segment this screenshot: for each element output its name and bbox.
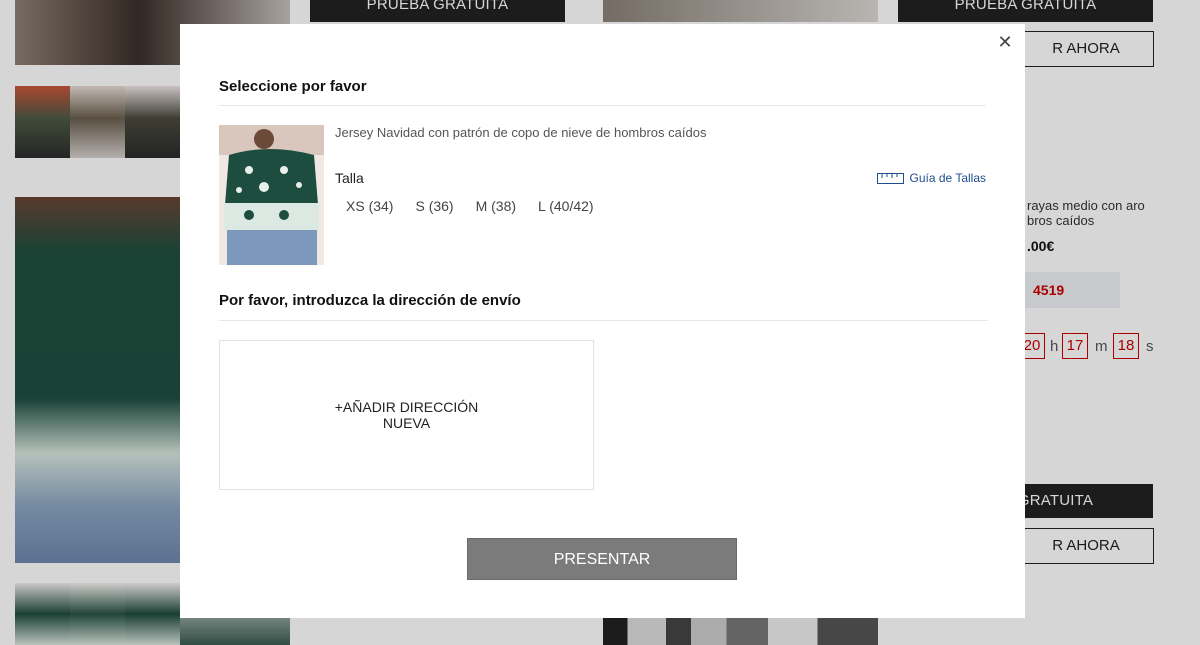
close-icon[interactable]: ✕ (997, 33, 1013, 51)
ruler-icon (876, 172, 904, 184)
select-title: Seleccione por favor (219, 78, 367, 95)
size-options: XS (34) S (36) M (38) L (40/42) (335, 197, 605, 215)
size-guide-link[interactable]: Guía de Tallas (876, 171, 987, 185)
size-guide-label: Guía de Tallas (909, 171, 987, 185)
product-thumbnail (219, 125, 324, 265)
divider (219, 105, 986, 106)
size-option-s[interactable]: S (36) (404, 197, 464, 215)
size-selection-modal: ✕ Seleccione por favor Jersey Navidad co… (180, 24, 1025, 618)
size-option-m[interactable]: M (38) (465, 197, 527, 215)
submit-button[interactable]: PRESENTAR (467, 538, 737, 580)
divider (219, 320, 988, 321)
size-option-l[interactable]: L (40/42) (527, 197, 605, 215)
add-address-button[interactable]: +AÑADIR DIRECCIÓN NUEVA (219, 340, 594, 490)
sweater-image (219, 125, 324, 265)
size-option-xs[interactable]: XS (34) (335, 197, 404, 215)
product-name: Jersey Navidad con patrón de copo de nie… (335, 125, 707, 140)
shipping-title: Por favor, introduzca la dirección de en… (219, 292, 521, 309)
size-label: Talla (335, 170, 364, 186)
add-address-label: +AÑADIR DIRECCIÓN NUEVA (334, 399, 479, 431)
